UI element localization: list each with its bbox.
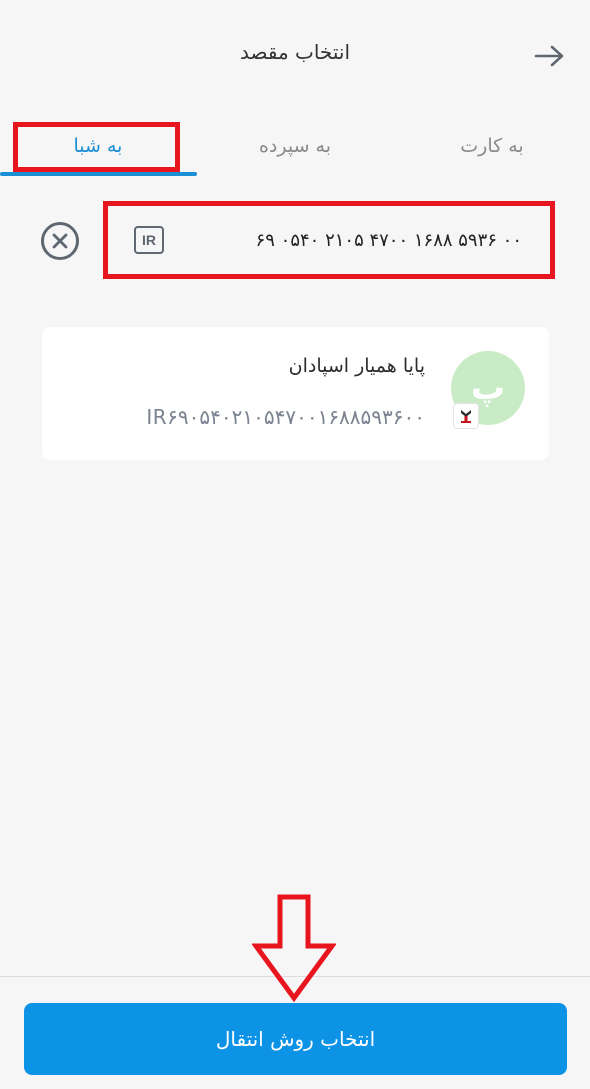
down-arrow-icon <box>251 894 337 1003</box>
tab-card[interactable]: به کارت <box>394 118 590 174</box>
header: انتخاب مقصد <box>0 0 590 110</box>
close-circle-icon[interactable] <box>41 222 79 260</box>
account-card[interactable]: پ پایا همیار اسپادان IR۶۹۰۵۴۰۲۱۰۵۴۷۰۰۱۶۸… <box>42 327 549 460</box>
account-iban: IR۶۹۰۵۴۰۲۱۰۵۴۷۰۰۱۶۸۸۵۹۳۶۰۰ <box>146 405 425 429</box>
ir-prefix-badge: IR <box>134 226 164 254</box>
arrow-right-icon[interactable] <box>532 40 568 72</box>
tab-deposit[interactable]: به سپرده <box>197 118 393 174</box>
active-tab-indicator <box>0 172 197 176</box>
bank-logo-icon <box>453 403 479 429</box>
destination-selection-screen: انتخاب مقصد به شبا به سپرده به کارت IR ۶… <box>0 0 590 1089</box>
page-title: انتخاب مقصد <box>239 40 351 64</box>
sheba-input[interactable]: IR ۶۹ ۰۵۴۰ ۲۱۰۵ ۴۷۰۰ ۱۶۸۸ ۵۹۳۶ ۰۰ <box>103 201 555 279</box>
destination-tabs: به شبا به سپرده به کارت <box>0 118 590 178</box>
account-holder-name: پایا همیار اسپادان <box>288 355 425 377</box>
tab-highlight-annotation <box>13 122 180 172</box>
choose-transfer-method-button[interactable]: انتخاب روش انتقال <box>24 1003 567 1075</box>
sheba-input-value: ۶۹ ۰۵۴۰ ۲۱۰۵ ۴۷۰۰ ۱۶۸۸ ۵۹۳۶ ۰۰ <box>255 229 522 251</box>
